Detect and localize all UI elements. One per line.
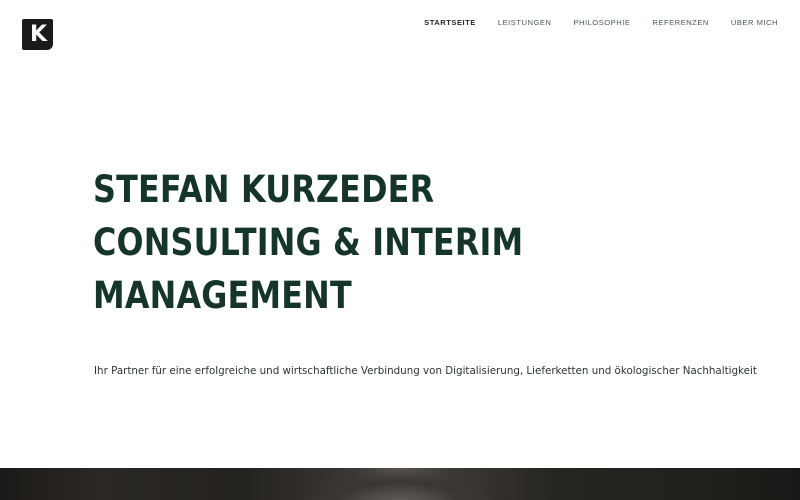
hero-title-line: MANAGEMENT <box>93 274 352 317</box>
hero-title-line: CONSULTING & INTERIM <box>93 221 524 264</box>
nav-item-startseite[interactable]: STARTSEITE <box>424 18 476 27</box>
portrait-image <box>300 468 500 500</box>
hero-title: STEFAN KURZEDER CONSULTING & INTERIM MAN… <box>93 163 523 322</box>
nav-item-philosophie[interactable]: PHILOSOPHIE <box>573 18 630 27</box>
logo-letter: K <box>29 21 47 47</box>
site-header: K STARTSEITE LEISTUNGEN PHILOSOPHIE REFE… <box>0 0 800 70</box>
k-logo-icon[interactable]: K <box>22 19 53 50</box>
hero-title-line: STEFAN KURZEDER <box>93 168 435 211</box>
nav-item-ueber-mich[interactable]: ÜBER MICH <box>731 18 778 27</box>
nav-item-leistungen[interactable]: LEISTUNGEN <box>498 18 552 27</box>
hero-subtitle: Ihr Partner für eine erfolgreiche und wi… <box>94 365 757 377</box>
main-nav: STARTSEITE LEISTUNGEN PHILOSOPHIE REFERE… <box>424 18 778 27</box>
nav-item-referenzen[interactable]: REFERENZEN <box>652 18 708 27</box>
hero-photo <box>0 468 800 500</box>
